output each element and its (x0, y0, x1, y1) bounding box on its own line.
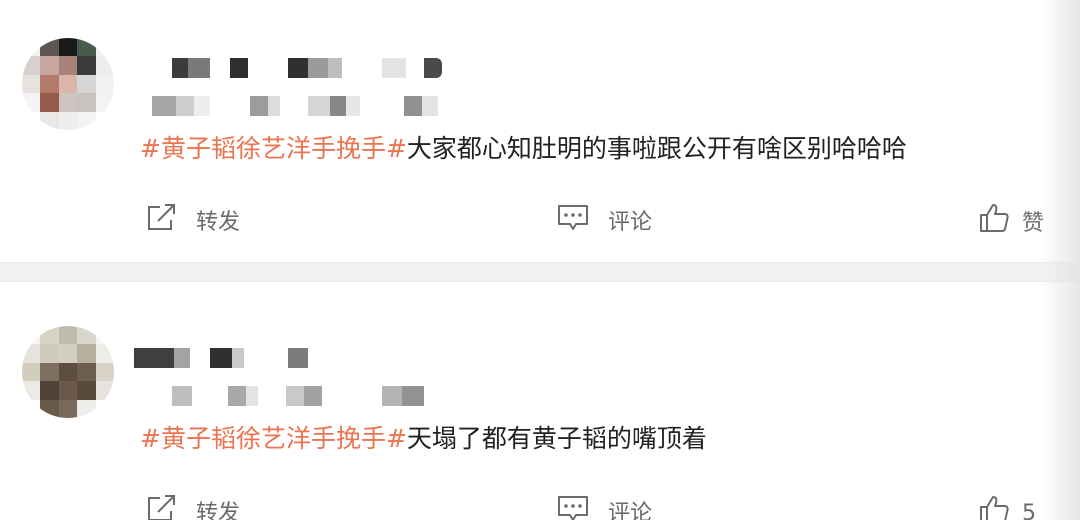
avatar[interactable] (22, 38, 114, 130)
avatar[interactable] (22, 326, 114, 418)
like-count: 5 (1022, 500, 1036, 520)
like-button[interactable]: 5 (978, 496, 1036, 520)
share-box-arrow-icon (146, 493, 178, 520)
comment-text: #黄子韬徐艺洋手挽手#天塌了都有黄子韬的嘴顶着 (140, 424, 707, 454)
repost-button[interactable]: 转发 (146, 203, 240, 237)
thumbs-up-icon (978, 202, 1010, 240)
comment-bubble-icon (556, 202, 590, 238)
post-divider (0, 262, 1080, 282)
repost-label: 转发 (196, 210, 241, 235)
comment-label: 评论 (608, 501, 653, 520)
like-button[interactable]: 赞 (978, 204, 1044, 238)
comment-button[interactable]: 评论 (556, 494, 652, 520)
comment-label: 评论 (608, 210, 653, 235)
thumbs-up-icon (978, 494, 1010, 520)
comment-body: 天塌了都有黄子韬的嘴顶着 (406, 424, 707, 453)
topic-hashtag-link[interactable]: #黄子韬徐艺洋手挽手# (140, 424, 407, 453)
topic-hashtag-link[interactable]: #黄子韬徐艺洋手挽手# (140, 134, 407, 163)
username-censored[interactable] (134, 348, 324, 368)
timestamp-censored (170, 386, 440, 406)
like-label: 赞 (1022, 211, 1045, 236)
share-box-arrow-icon (146, 202, 178, 238)
repost-button[interactable]: 转发 (146, 494, 240, 520)
comment-bubble-icon (556, 493, 590, 520)
comment-item: #黄子韬徐艺洋手挽手#大家都心知肚明的事啦跟公开有啥区别哈哈哈 转发 评论 赞 (0, 0, 1080, 262)
repost-label: 转发 (196, 501, 241, 520)
comment-button[interactable]: 评论 (556, 203, 652, 237)
comment-body: 大家都心知肚明的事啦跟公开有啥区别哈哈哈 (406, 134, 907, 163)
comment-text: #黄子韬徐艺洋手挽手#大家都心知肚明的事啦跟公开有啥区别哈哈哈 (140, 134, 907, 164)
comment-item: #黄子韬徐艺洋手挽手#天塌了都有黄子韬的嘴顶着 转发 评论 5 (0, 282, 1080, 520)
username-censored[interactable] (170, 58, 450, 78)
timestamp-censored (150, 96, 450, 116)
weibo-comment-feed: #黄子韬徐艺洋手挽手#大家都心知肚明的事啦跟公开有啥区别哈哈哈 转发 评论 赞 … (0, 0, 1080, 520)
